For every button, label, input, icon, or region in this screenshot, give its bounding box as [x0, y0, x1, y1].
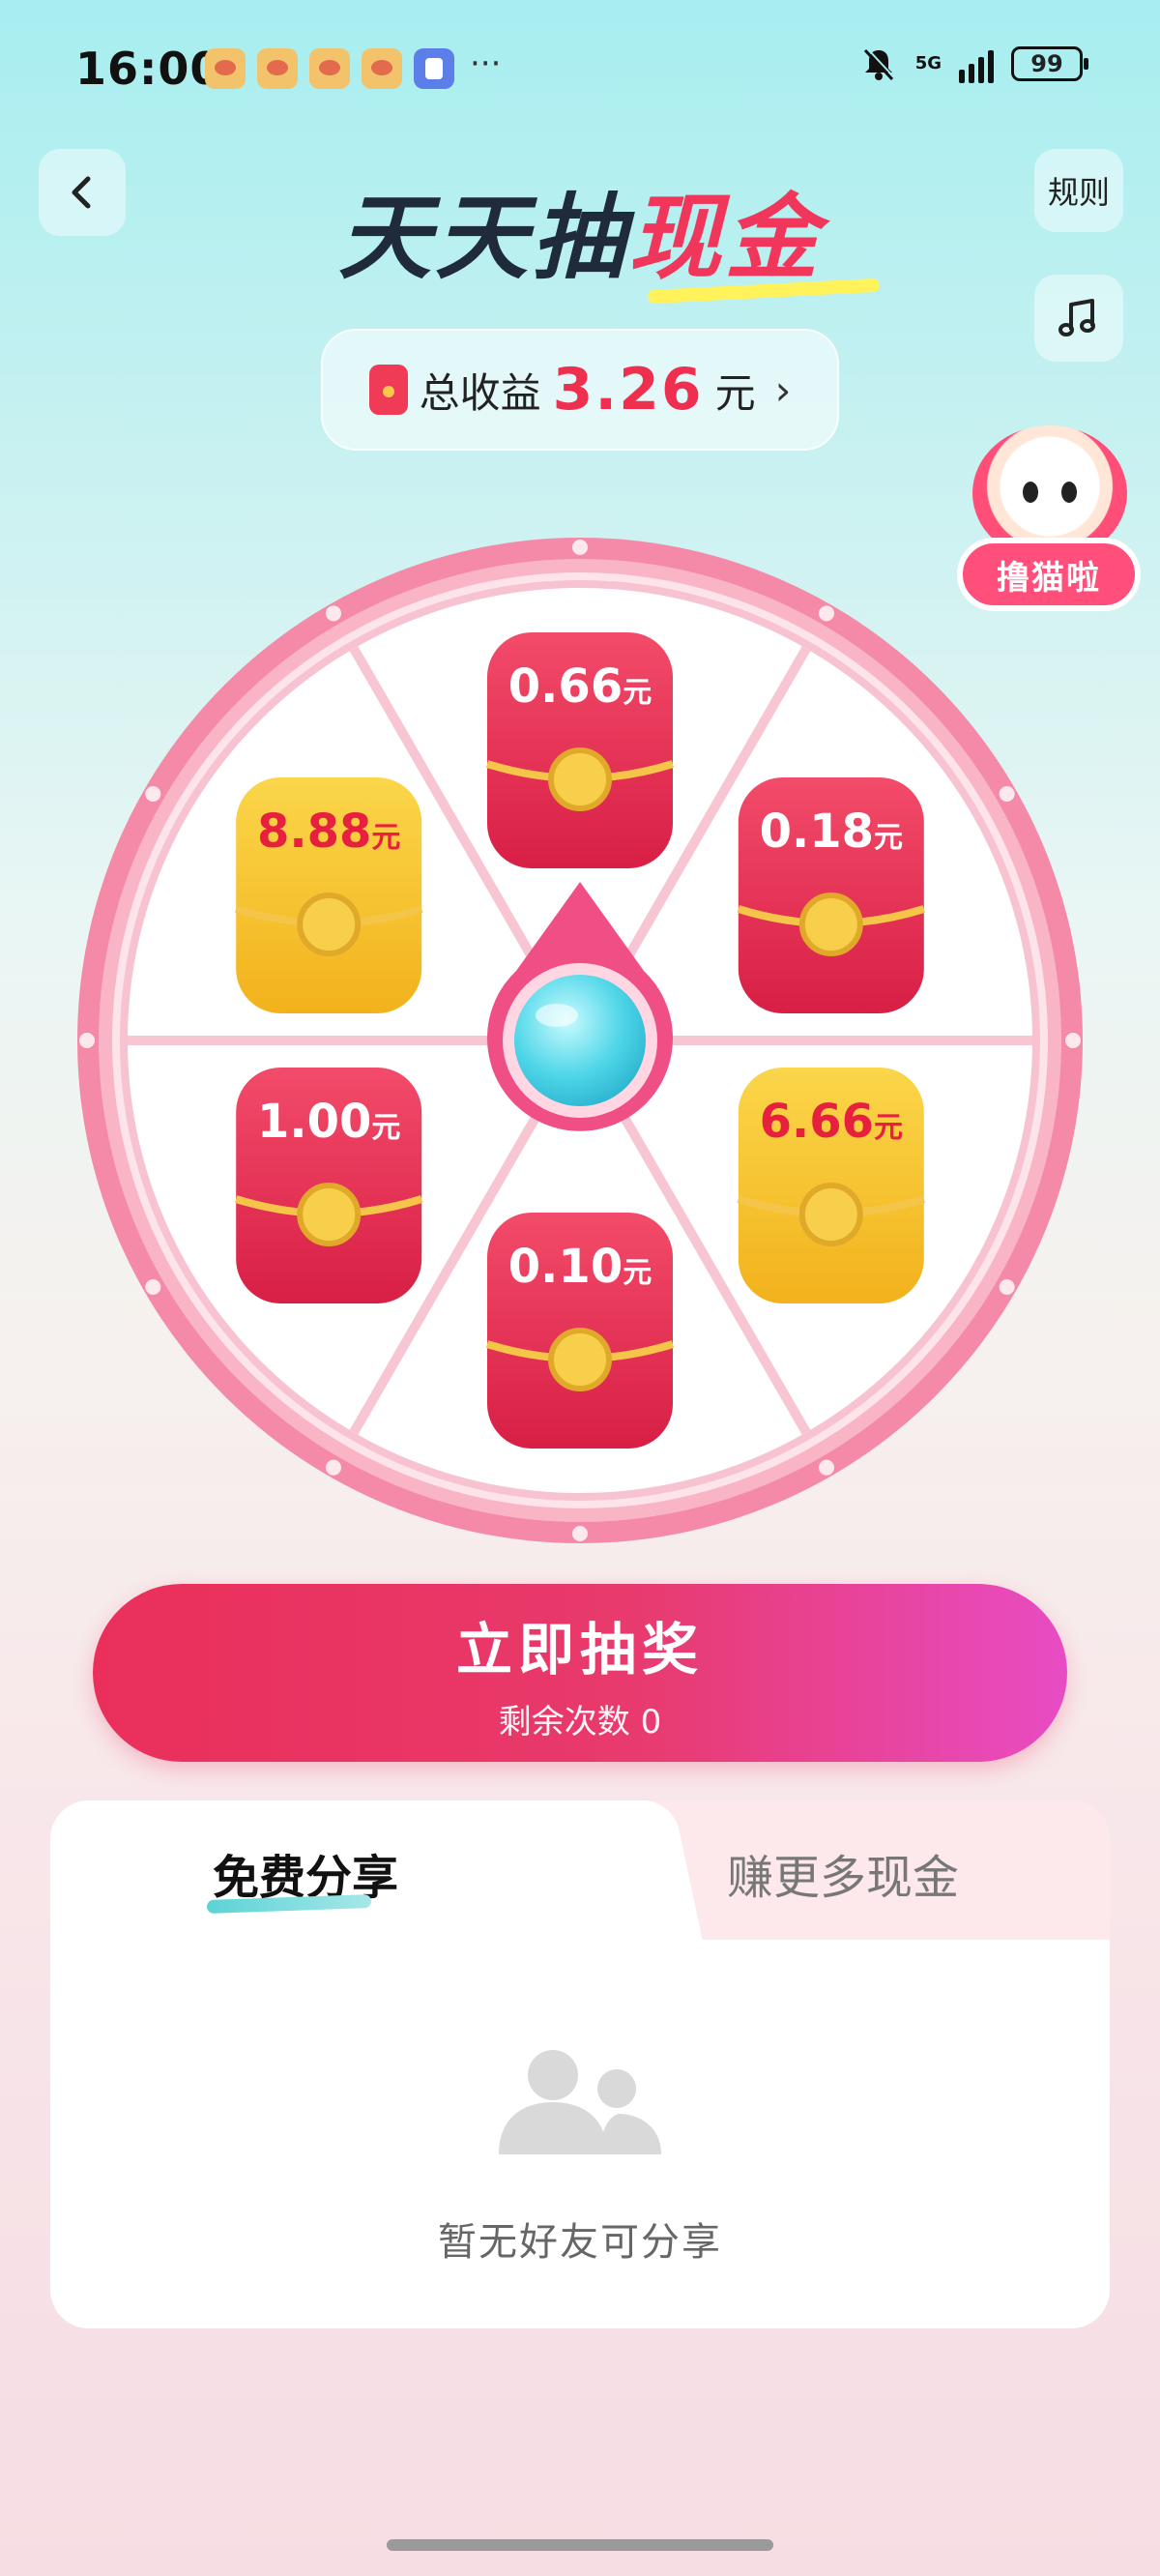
- prize-red-packet: 8.88元: [234, 777, 423, 1013]
- home-indicator[interactable]: [387, 2539, 773, 2551]
- music-button[interactable]: [1034, 275, 1123, 362]
- app-notification-icon: [309, 48, 350, 89]
- coin-icon: [798, 893, 863, 956]
- bell-off-icon: [859, 44, 898, 83]
- page-title: 天天抽现金: [0, 162, 1160, 297]
- prize-red-packet: 0.10元: [485, 1213, 675, 1449]
- title-part2: 现金: [628, 184, 822, 292]
- coin-icon: [798, 1183, 863, 1246]
- rim-light: [819, 1459, 834, 1476]
- coin-icon: [548, 747, 612, 811]
- rim-light: [999, 1279, 1015, 1295]
- remaining-draws: 剩余次数 0: [498, 1702, 662, 1742]
- draw-now-button[interactable]: 立即抽奖 剩余次数 0: [93, 1584, 1067, 1762]
- music-note-icon: [1058, 299, 1095, 337]
- rim-light: [572, 540, 588, 555]
- prize-red-packet: 0.66元: [485, 632, 675, 868]
- earnings-value: 3.26: [552, 356, 704, 424]
- notification-icons: [205, 48, 454, 89]
- total-earnings-button[interactable]: 总收益 3.26 元 ›: [321, 329, 839, 451]
- people-icon: [499, 2050, 661, 2154]
- empty-state-text: 暂无好友可分享: [438, 2220, 722, 2265]
- app-notification-icon: [205, 48, 246, 89]
- coin-icon: [297, 893, 362, 956]
- network-type: 5G: [914, 53, 942, 73]
- battery-icon: 99: [1011, 46, 1088, 81]
- app-notification-icon: [257, 48, 298, 89]
- prize-red-packet: 0.18元: [737, 777, 926, 1013]
- coin-icon: [548, 1328, 612, 1391]
- earnings-label: 总收益: [419, 368, 541, 417]
- draw-label: 立即抽奖: [455, 1616, 704, 1683]
- status-indicators: 5G 99: [859, 44, 1088, 83]
- status-time: 16:00: [75, 43, 222, 95]
- rim-light: [1065, 1033, 1081, 1048]
- chevron-right-icon: ›: [774, 366, 792, 414]
- rim-light: [819, 605, 834, 622]
- rim-light: [572, 1526, 588, 1541]
- red-packet-icon: [368, 365, 408, 415]
- rim-light: [145, 786, 161, 802]
- spin-center-icon: [514, 975, 646, 1106]
- rim-light: [79, 1033, 95, 1048]
- rim-light: [326, 605, 341, 622]
- coin-icon: [297, 1183, 362, 1246]
- title-part1: 天天抽: [338, 184, 628, 292]
- rules-button[interactable]: 规则: [1034, 149, 1123, 232]
- app-notification-icon: [362, 48, 402, 89]
- status-more: ···: [470, 44, 502, 83]
- prize-red-packet: 6.66元: [737, 1068, 926, 1303]
- tab-earn-more[interactable]: 赚更多现金: [727, 1839, 959, 1907]
- signal-icon: [959, 44, 994, 83]
- app-notification-icon: [414, 48, 454, 89]
- rim-light: [326, 1459, 341, 1476]
- rim-light: [999, 786, 1015, 802]
- prize-red-packet: 1.00元: [234, 1068, 423, 1303]
- prize-wheel: 0.66元 0.18元 6.66元 0.10元 1.00元 8.88元: [77, 538, 1083, 1543]
- share-card: 免费分享 赚更多现金 暂无好友可分享: [50, 1800, 1110, 2328]
- rim-light: [145, 1279, 161, 1295]
- earnings-unit: 元: [714, 368, 756, 417]
